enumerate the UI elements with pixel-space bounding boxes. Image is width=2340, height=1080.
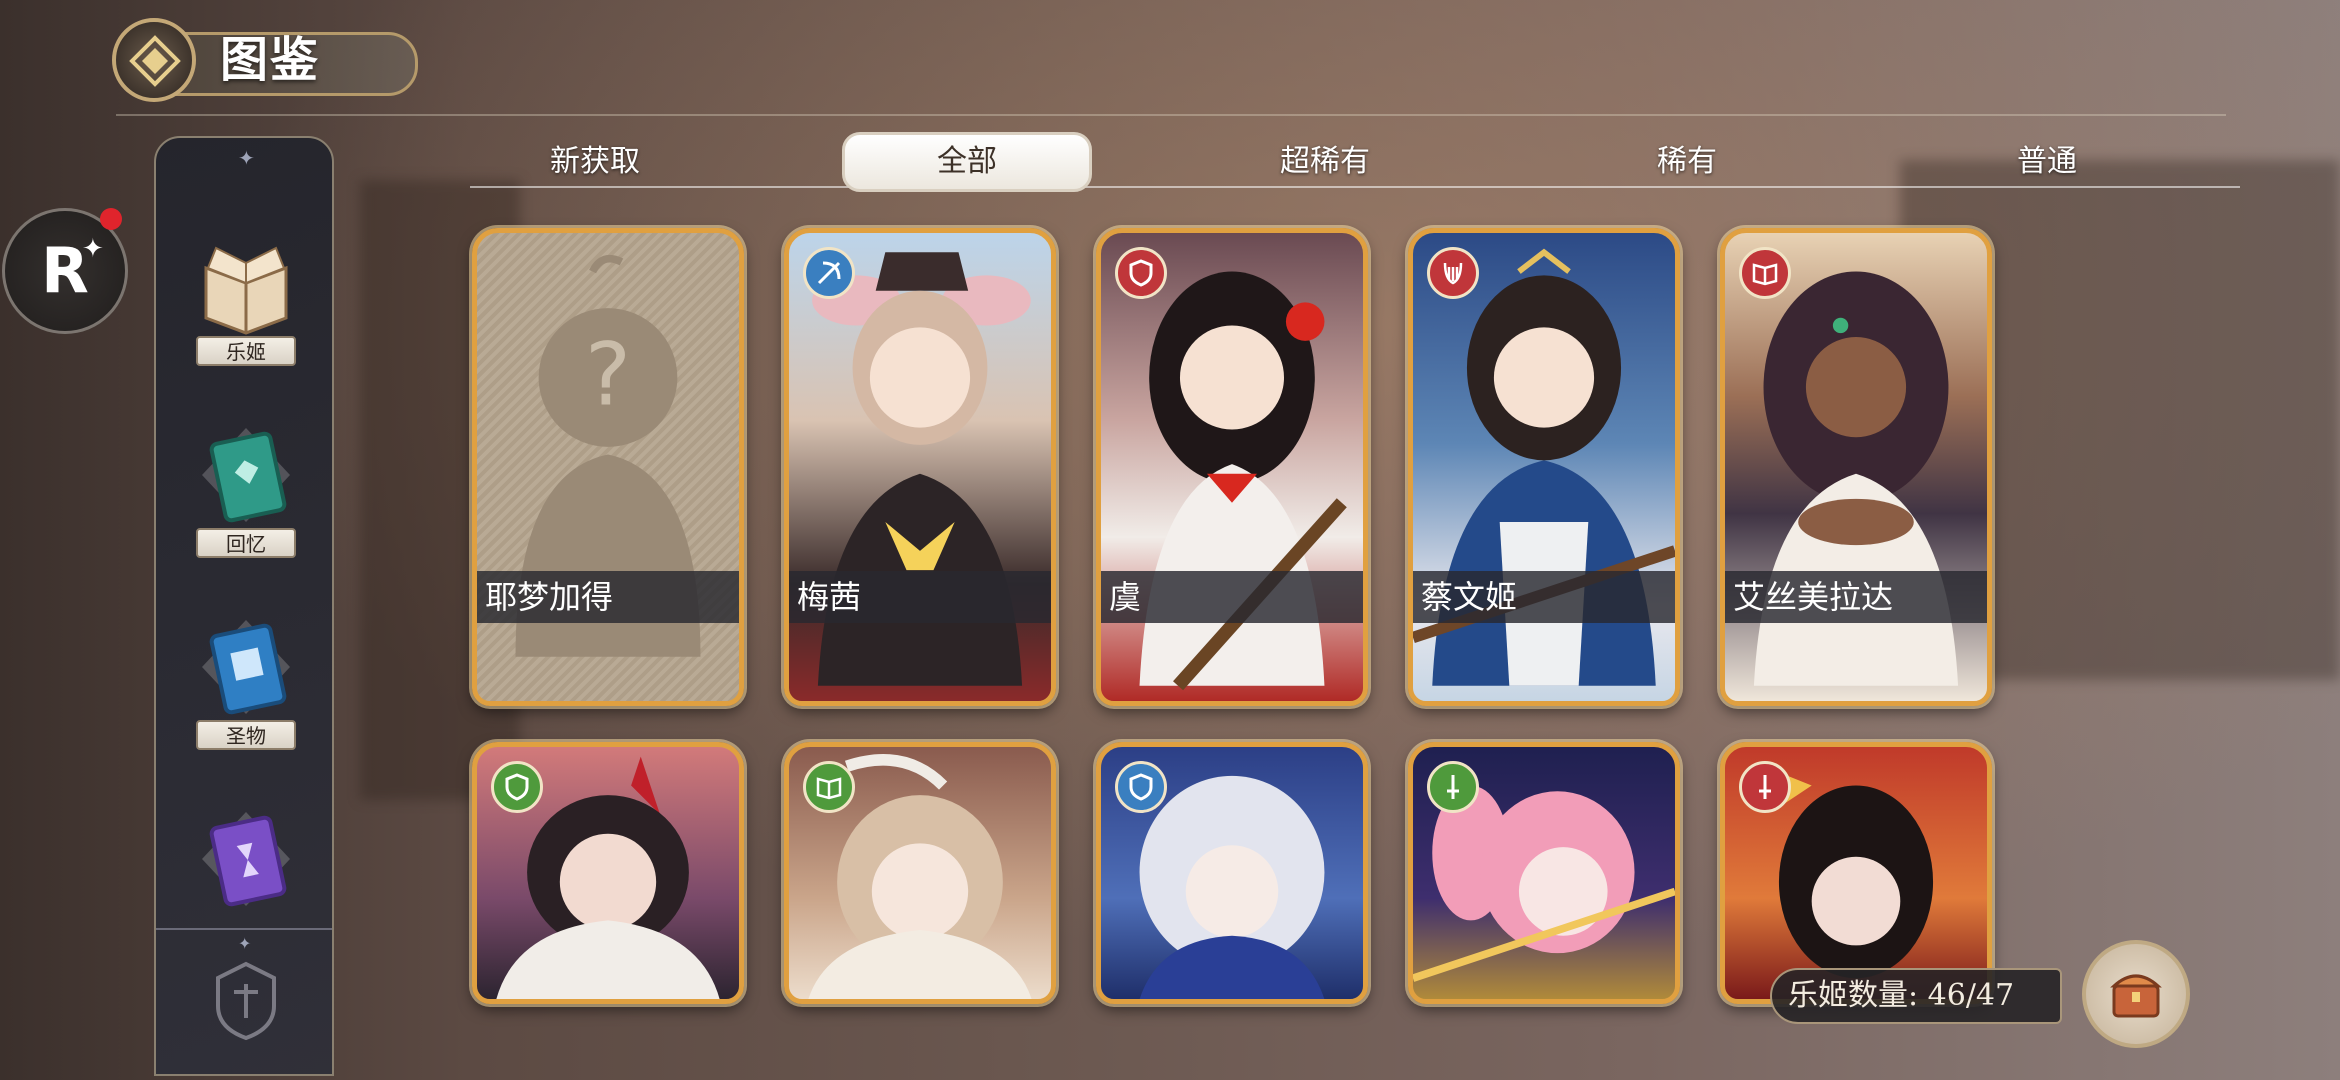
character-card[interactable] xyxy=(784,742,1056,1004)
class-badge xyxy=(803,761,855,813)
character-portrait-image xyxy=(1139,271,1347,691)
shield-icon xyxy=(1129,259,1153,287)
character-card[interactable]: 梅茜 xyxy=(784,228,1056,706)
character-portrait-image xyxy=(812,252,1031,686)
character-card[interactable] xyxy=(1096,742,1368,1004)
tab-common[interactable]: 普通 xyxy=(1922,132,2172,192)
character-card[interactable]: 艾丝美拉达 xyxy=(1720,228,1992,706)
diamond-emblem-icon xyxy=(129,35,181,87)
crest-icon xyxy=(216,961,276,1041)
character-name: 蔡文姬 xyxy=(1413,571,1675,623)
class-badge xyxy=(1739,247,1791,299)
back-button[interactable] xyxy=(112,18,196,102)
shield-icon xyxy=(1129,773,1153,801)
character-card[interactable] xyxy=(1720,742,1992,1004)
reward-chest-button[interactable] xyxy=(2082,940,2190,1048)
class-badge xyxy=(1427,247,1479,299)
green-book-icon xyxy=(202,428,290,523)
character-name: 艾丝美拉达 xyxy=(1725,571,1987,623)
sidebar-item-label: 回忆 xyxy=(196,528,296,558)
bow-icon xyxy=(817,261,841,285)
character-card[interactable] xyxy=(472,742,744,1004)
sidebar-divider xyxy=(156,928,332,930)
open-book-icon xyxy=(204,246,288,335)
sidebar-item-memories[interactable]: 回忆 xyxy=(166,400,326,570)
tab-all[interactable]: 全部 xyxy=(842,132,1092,192)
character-name: 虞 xyxy=(1101,571,1363,623)
character-portrait-image xyxy=(1753,271,1959,686)
character-card[interactable]: 虞 xyxy=(1096,228,1368,706)
locked-silhouette-icon: ? xyxy=(515,254,701,657)
character-name: 耶梦加得 xyxy=(477,571,739,623)
character-portrait-image xyxy=(1413,248,1675,686)
svg-text:?: ? xyxy=(585,325,631,425)
character-card[interactable] xyxy=(1408,742,1680,1004)
sidebar-item-label: 圣物 xyxy=(196,720,296,750)
book-icon xyxy=(1752,263,1778,286)
sidebar-item-relics[interactable]: 圣物 xyxy=(166,592,326,762)
class-badge xyxy=(1739,761,1791,813)
sparkle-icon: ✦ xyxy=(82,234,104,264)
character-name: 梅茜 xyxy=(789,571,1051,623)
character-card[interactable]: ? 耶梦加得 xyxy=(472,228,744,706)
class-badge xyxy=(1115,761,1167,813)
sword-icon xyxy=(1447,775,1459,799)
lyre-icon xyxy=(1443,262,1463,285)
shield-icon xyxy=(505,773,529,801)
star-ornament-icon: ✦ xyxy=(238,146,255,170)
star-ornament-icon: ✦ xyxy=(238,934,252,953)
book-icon xyxy=(816,777,842,800)
collection-count: 乐姬数量: 46/47 xyxy=(1770,968,2062,1024)
category-sidebar: ✦ 乐姬 回忆 圣物 ✦ xyxy=(154,136,334,1076)
sword-icon xyxy=(1759,775,1771,799)
tab-rare[interactable]: 稀有 xyxy=(1562,132,1812,192)
tab-super-rare[interactable]: 超稀有 xyxy=(1200,132,1450,192)
class-badge xyxy=(1427,761,1479,813)
blue-book-icon xyxy=(202,620,290,715)
page-title: 图鉴 xyxy=(220,32,321,88)
class-badge xyxy=(491,761,543,813)
rarity-tabs: 新获取 全部 超稀有 稀有 普通 xyxy=(470,132,2240,192)
header-divider xyxy=(116,114,2226,116)
notification-dot xyxy=(100,208,122,230)
tab-new[interactable]: 新获取 xyxy=(470,132,720,192)
class-badge xyxy=(1115,247,1167,299)
page-header: 图鉴 xyxy=(112,18,418,108)
character-card[interactable]: 蔡文姬 xyxy=(1408,228,1680,706)
class-badge xyxy=(803,247,855,299)
sidebar-item-label: 乐姬 xyxy=(196,336,296,366)
treasure-chest-icon xyxy=(2110,974,2162,1018)
sidebar-item-characters[interactable]: 乐姬 xyxy=(166,208,326,378)
purple-book-icon xyxy=(202,812,290,907)
